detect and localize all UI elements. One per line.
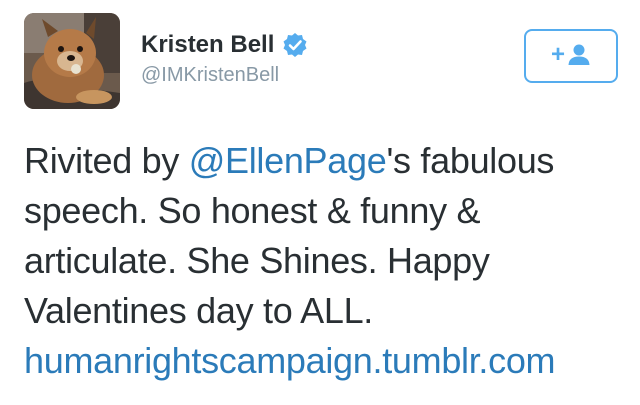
follow-button[interactable]: + xyxy=(524,29,618,83)
tweet-line-2: speech. So honest & funny & xyxy=(24,190,481,231)
mention-link[interactable]: @EllenPage xyxy=(189,140,387,181)
tweet-line-1: Rivited by @EllenPage's fabulous xyxy=(24,136,624,186)
author-name[interactable]: Kristen Bell xyxy=(141,31,308,59)
author-name-text[interactable]: Kristen Bell xyxy=(141,31,274,59)
follow-plus-label: + xyxy=(550,41,565,68)
url-link[interactable]: humanrightscampaign.tumblr.com xyxy=(24,340,556,381)
tweet-line-3: articulate. She Shines. Happy xyxy=(24,240,490,281)
dog-avatar-image xyxy=(24,13,120,109)
tweet-text-segment: Rivited by xyxy=(24,140,189,181)
verified-badge-icon xyxy=(282,32,308,58)
tweet-card: Kristen Bell @IMKristenBell + Rivited by… xyxy=(0,0,640,405)
tweet-line-4: Valentines day to ALL. xyxy=(24,290,373,331)
avatar[interactable] xyxy=(24,13,120,109)
tweet-text: Rivited by @EllenPage's fabulous speech.… xyxy=(24,136,624,386)
author-handle[interactable]: @IMKristenBell xyxy=(141,64,279,87)
tweet-text-segment: 's fabulous xyxy=(386,140,555,181)
follow-user-icon xyxy=(567,42,591,71)
